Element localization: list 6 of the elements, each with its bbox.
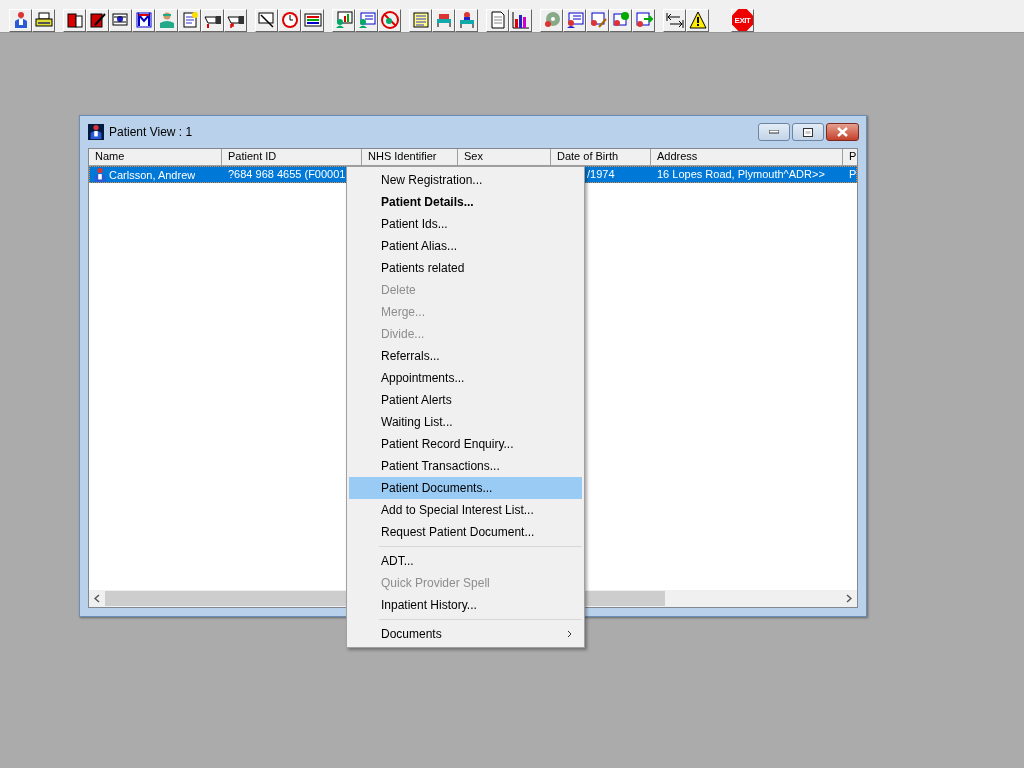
- window-title: Patient View : 1: [109, 125, 194, 139]
- table-cell-text: P: [848, 167, 857, 182]
- table-cell-text: /1974: [586, 167, 616, 182]
- table-cell-text: 16 Lopes Road, Plymouth^ADR>>: [656, 167, 826, 182]
- table-cell: Carlsson, Andrew: [109, 168, 196, 181]
- table-cell-text: ?684 968 4655 (F00001: [227, 167, 347, 182]
